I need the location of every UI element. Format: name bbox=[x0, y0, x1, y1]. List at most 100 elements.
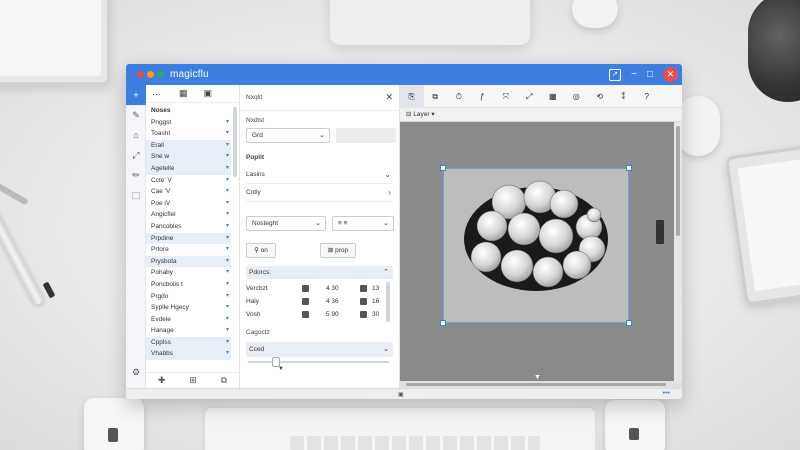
rotate-icon[interactable]: ⟲ bbox=[588, 85, 612, 108]
canvas-vertical-scrollbar[interactable] bbox=[674, 122, 682, 381]
transform-value[interactable]: 16 bbox=[372, 295, 379, 308]
list-item[interactable]: Sne w ▾ bbox=[146, 151, 231, 163]
shuffle-icon[interactable]: ⤧ bbox=[494, 85, 518, 108]
list-item[interactable]: Prtore ▾ bbox=[146, 244, 231, 256]
chevron-down-icon[interactable]: ▾ bbox=[226, 314, 229, 326]
caption-select[interactable]: Cced ⌄ bbox=[246, 342, 393, 357]
section-header[interactable]: Pdorcs: ⌃ bbox=[246, 266, 393, 279]
link-icon[interactable] bbox=[360, 298, 367, 305]
list-item[interactable]: Vhabbs ▾ bbox=[146, 348, 231, 361]
chevron-down-icon[interactable]: ▾ bbox=[226, 140, 229, 152]
copy-icon[interactable]: ⎘ bbox=[400, 84, 424, 108]
resize-handle-br[interactable] bbox=[626, 320, 632, 326]
list-item[interactable]: Pnggst ▾ bbox=[146, 117, 231, 129]
list-item[interactable]: Prgdo ▾ bbox=[146, 291, 231, 303]
list-item[interactable]: Cpplss ▾ bbox=[146, 336, 231, 349]
chevron-down-icon[interactable]: ▾ bbox=[226, 256, 229, 268]
chevron-down-icon[interactable]: ▾ bbox=[226, 209, 229, 221]
link-icon[interactable] bbox=[360, 285, 367, 292]
minimize-button[interactable]: − bbox=[631, 69, 637, 80]
chevron-down-icon[interactable]: ▾ bbox=[226, 337, 229, 349]
close-button[interactable]: ✕ bbox=[663, 67, 678, 82]
chevron-down-icon[interactable]: ▾ bbox=[226, 233, 229, 245]
transform-value[interactable]: 30 bbox=[372, 308, 379, 321]
resize-handle-tl[interactable] bbox=[440, 165, 446, 171]
list-item[interactable]: Hanage ▾ bbox=[146, 325, 231, 337]
sidebar-scrollbar[interactable] bbox=[233, 107, 237, 177]
chevron-down-icon[interactable]: ▾ bbox=[226, 267, 229, 279]
grid-select[interactable]: Grd ⌄ bbox=[246, 128, 330, 143]
list-item[interactable]: Cae 'V ▾ bbox=[146, 186, 231, 198]
list-item[interactable]: Poncbolis t ▾ bbox=[146, 279, 231, 291]
prop-button[interactable]: ⊠ prop bbox=[320, 243, 356, 258]
chevron-down-icon[interactable]: ▾ bbox=[226, 244, 229, 256]
timer-icon[interactable]: ⏱ bbox=[447, 85, 471, 108]
settings-icon[interactable]: ⚙ bbox=[126, 362, 146, 382]
link-icon[interactable] bbox=[360, 311, 367, 318]
list-item[interactable]: Angicflel ▾ bbox=[146, 209, 231, 221]
close-icon[interactable]: ✕ bbox=[385, 92, 393, 103]
frame-icon[interactable]: ⬚ bbox=[126, 185, 146, 205]
minimize-dot[interactable] bbox=[147, 71, 154, 78]
slider-track[interactable] bbox=[248, 357, 389, 367]
more-icon[interactable]: ··· bbox=[152, 89, 161, 99]
align-select[interactable]: ≡ ≡ ⌄ bbox=[332, 216, 394, 231]
resize-handle-tr[interactable] bbox=[626, 165, 632, 171]
close-dot[interactable] bbox=[137, 71, 144, 78]
on-button[interactable]: ⚲ on bbox=[246, 243, 276, 258]
sparkle-icon[interactable]: ⁑ bbox=[612, 85, 636, 108]
list-item[interactable]: Noses bbox=[146, 105, 231, 117]
frame-icon[interactable]: ▣ bbox=[204, 88, 213, 99]
zoom-dot[interactable] bbox=[157, 71, 164, 78]
control-row[interactable]: Cntly › bbox=[246, 184, 393, 202]
external-link-icon[interactable]: ↗ bbox=[609, 68, 622, 81]
duplicate-icon[interactable]: ⧉ bbox=[424, 85, 448, 108]
add-icon[interactable]: ✚ bbox=[158, 375, 166, 386]
grid-icon[interactable]: ▦ bbox=[541, 85, 565, 108]
lock-icon[interactable] bbox=[302, 298, 309, 305]
value-field[interactable] bbox=[336, 128, 396, 143]
list-item[interactable]: Pancobles ▾ bbox=[146, 221, 231, 233]
props-scrollbar[interactable] bbox=[386, 282, 390, 322]
help-icon[interactable]: ? bbox=[635, 85, 659, 108]
layers-row[interactable]: Lasins ⌄ bbox=[246, 166, 393, 184]
maximize-button[interactable]: □ bbox=[647, 69, 653, 80]
list-item[interactable]: Syplle Hgecy ▾ bbox=[146, 302, 231, 314]
list-item[interactable]: Prysbota ▾ bbox=[146, 255, 231, 268]
lock-icon[interactable] bbox=[302, 311, 309, 318]
chevron-down-icon[interactable]: ▾ bbox=[226, 291, 229, 303]
chevron-down-icon[interactable]: ▾ bbox=[226, 279, 229, 291]
chevron-down-icon[interactable]: ▾ bbox=[226, 128, 229, 140]
grid-add-icon[interactable]: ⊞ bbox=[189, 375, 197, 386]
chevron-down-icon[interactable]: ▾ bbox=[226, 302, 229, 314]
side-panel-handle[interactable] bbox=[656, 220, 664, 244]
lock-icon[interactable] bbox=[302, 285, 309, 292]
artboard[interactable] bbox=[440, 165, 632, 326]
list-item[interactable]: Agetelle ▾ bbox=[146, 162, 231, 175]
list-item[interactable]: Evdele ▾ bbox=[146, 314, 231, 326]
chevron-down-icon[interactable]: ▾ bbox=[226, 117, 229, 129]
weight-select[interactable]: Nosteght ⌄ bbox=[246, 216, 326, 231]
canvas-horizontal-scrollbar[interactable] bbox=[400, 381, 682, 388]
layer-dropdown[interactable]: Layer ▾ bbox=[413, 111, 434, 118]
chevron-down-icon[interactable]: ▾ bbox=[226, 198, 229, 210]
function-icon[interactable]: ƒ bbox=[471, 85, 495, 108]
chevron-down-icon[interactable]: ▾ bbox=[226, 348, 229, 360]
chevron-down-icon[interactable]: ▾ bbox=[226, 186, 229, 198]
chevron-down-icon[interactable]: ▾ bbox=[226, 163, 229, 175]
duplicate-icon[interactable]: ⧉ bbox=[221, 375, 227, 386]
list-item[interactable]: Toasht ▾ bbox=[146, 128, 231, 140]
target-icon[interactable]: ◎ bbox=[565, 85, 589, 108]
add-icon[interactable]: + bbox=[126, 85, 146, 105]
list-item[interactable]: Ccte' V ▾ bbox=[146, 175, 231, 187]
list-item[interactable]: Erall ▾ bbox=[146, 139, 231, 152]
chevron-down-icon[interactable]: ▾ bbox=[226, 221, 229, 233]
design-canvas[interactable]: ▼ bbox=[400, 122, 674, 381]
expand-icon[interactable]: ⤢ bbox=[126, 145, 146, 165]
transform-value[interactable]: 5 90 bbox=[326, 308, 339, 321]
transform-value[interactable]: 13 bbox=[372, 282, 379, 295]
list-item[interactable]: Pohaby ▾ bbox=[146, 267, 231, 279]
transform-value[interactable]: 4 30 bbox=[326, 282, 339, 295]
transform-value[interactable]: 4 36 bbox=[326, 295, 339, 308]
chevron-down-icon[interactable]: ▾ bbox=[226, 325, 229, 337]
